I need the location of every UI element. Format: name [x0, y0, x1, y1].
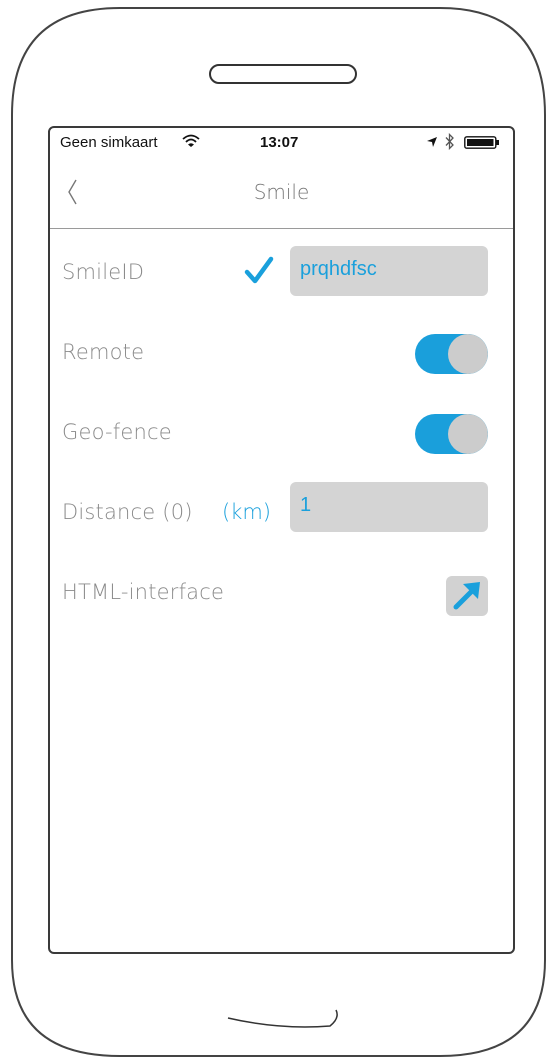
html-interface-row: HTML-interface [50, 564, 513, 624]
geofence-row: Geo-fence [50, 404, 513, 464]
open-html-interface-button[interactable] [446, 576, 488, 616]
smileid-row: SmileID prqhdfsc [50, 244, 513, 304]
geofence-label: Geo-fence [62, 420, 172, 444]
external-link-arrow-icon [453, 582, 480, 610]
distance-unit-label: (km) [222, 500, 272, 524]
toggle-knob [448, 414, 488, 454]
distance-row: Distance (0) (km) 1 [50, 482, 513, 544]
carrier-label: Geen simkaart [60, 134, 158, 151]
checkmark-icon [244, 256, 274, 284]
navigation-bar: Smile [50, 156, 513, 229]
html-interface-label: HTML-interface [62, 580, 225, 604]
battery-icon [464, 136, 499, 149]
remote-row: Remote [50, 324, 513, 384]
remote-toggle[interactable] [415, 334, 488, 374]
page-title: Smile [253, 180, 310, 204]
distance-label: Distance (0) [62, 500, 193, 524]
smileid-input[interactable]: prqhdfsc [290, 246, 488, 296]
app-screen: Geen simkaart 13:07 Smile SmileID prqhdf… [48, 126, 515, 954]
geofence-toggle[interactable] [415, 414, 488, 454]
smileid-label: SmileID [62, 260, 145, 284]
wifi-icon [182, 134, 200, 147]
bluetooth-icon [445, 133, 454, 150]
distance-input[interactable]: 1 [290, 482, 488, 532]
location-arrow-icon [427, 137, 437, 147]
remote-label: Remote [62, 340, 145, 364]
status-time: 13:07 [260, 134, 299, 151]
toggle-knob [448, 334, 488, 374]
speaker-slot [209, 64, 357, 84]
status-bar: Geen simkaart 13:07 [50, 128, 513, 156]
